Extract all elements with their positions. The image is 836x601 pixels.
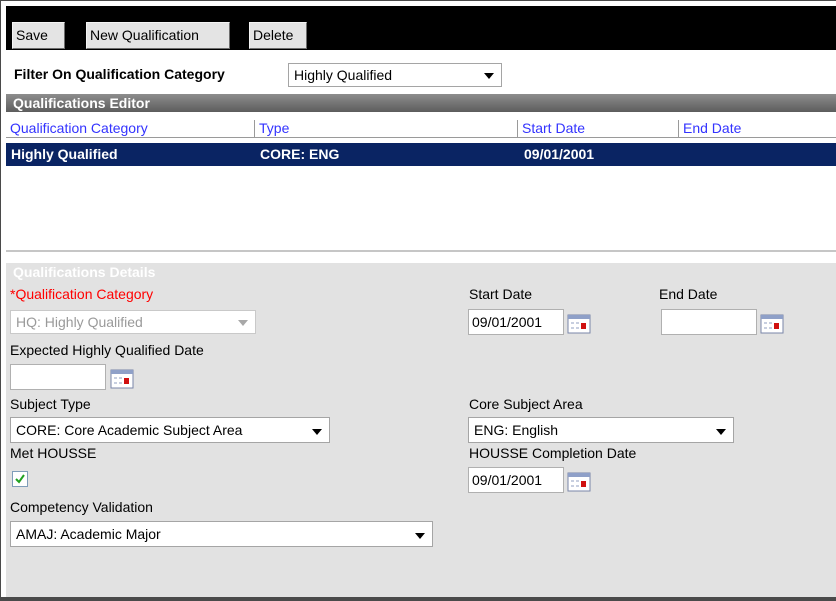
core-subject-area-value: ENG: English [474, 422, 559, 438]
chevron-down-icon [415, 533, 425, 539]
start-date-label: Start Date [469, 286, 533, 302]
qualification-category-value: HQ: Highly Qualified [16, 314, 143, 330]
row-start-date-cell: 09/01/2001 [524, 146, 595, 162]
qualifications-editor-header: Qualifications Editor [6, 94, 836, 112]
calendar-icon[interactable] [567, 472, 591, 492]
subject-type-label: Subject Type [10, 396, 91, 412]
delete-button[interactable]: Delete [249, 22, 307, 49]
subject-type-select[interactable]: CORE: Core Academic Subject Area [10, 417, 330, 443]
row-category-cell: Highly Qualified [11, 146, 118, 162]
chevron-down-icon [238, 320, 248, 326]
filter-label: Filter On Qualification Category [14, 66, 225, 82]
met-housse-checkbox[interactable] [12, 471, 28, 487]
filter-category-value: Highly Qualified [294, 67, 393, 83]
competency-validation-value: AMAJ: Academic Major [16, 526, 161, 542]
chevron-down-icon [312, 429, 322, 435]
calendar-icon[interactable] [567, 314, 591, 334]
expected-hq-date-label: Expected Highly Qualified Date [10, 342, 204, 358]
column-header-start-date[interactable]: Start Date [517, 120, 678, 138]
housse-completion-date-input[interactable]: 09/01/2001 [468, 467, 564, 493]
competency-validation-select[interactable]: AMAJ: Academic Major [10, 521, 433, 547]
new-qualification-button[interactable]: New Qualification [86, 22, 230, 49]
save-button[interactable]: Save [12, 22, 65, 49]
chevron-down-icon [484, 73, 494, 79]
core-subject-area-select[interactable]: ENG: English [468, 417, 734, 443]
met-housse-label: Met HOUSSE [10, 445, 97, 461]
qualifications-details-panel: *Qualification Category HQ: Highly Quali… [6, 281, 836, 597]
qualification-category-select: HQ: Highly Qualified [10, 310, 256, 334]
filter-category-select[interactable]: Highly Qualified [288, 63, 502, 87]
housse-completion-date-label: HOUSSE Completion Date [469, 445, 637, 461]
column-header-end-date[interactable]: End Date [678, 120, 836, 138]
subject-type-value: CORE: Core Academic Subject Area [16, 422, 243, 438]
checkmark-icon [15, 474, 25, 484]
end-date-input[interactable] [661, 309, 757, 335]
start-date-input[interactable]: 09/01/2001 [468, 309, 564, 335]
toolbar: Save New Qualification Delete [6, 6, 836, 50]
grid-divider [6, 250, 836, 252]
chevron-down-icon [716, 429, 726, 435]
core-subject-area-label: Core Subject Area [469, 396, 583, 412]
window-bottom-border [0, 597, 836, 601]
table-row[interactable]: Highly Qualified CORE: ENG 09/01/2001 [6, 143, 836, 166]
row-type-cell: CORE: ENG [260, 146, 340, 162]
competency-validation-label: Competency Validation [10, 499, 153, 515]
calendar-icon[interactable] [110, 369, 134, 389]
filter-bar: Filter On Qualification Category Highly … [6, 50, 836, 94]
expected-hq-date-input[interactable] [10, 364, 106, 390]
qualifications-grid: Qualification Category Type Start Date E… [6, 112, 836, 254]
calendar-icon[interactable] [760, 314, 784, 334]
column-header-qualification-category[interactable]: Qualification Category [6, 120, 254, 138]
end-date-label: End Date [659, 286, 718, 302]
column-header-type[interactable]: Type [254, 120, 517, 138]
qualification-category-label: *Qualification Category [10, 286, 154, 302]
grid-header: Qualification Category Type Start Date E… [6, 118, 836, 138]
